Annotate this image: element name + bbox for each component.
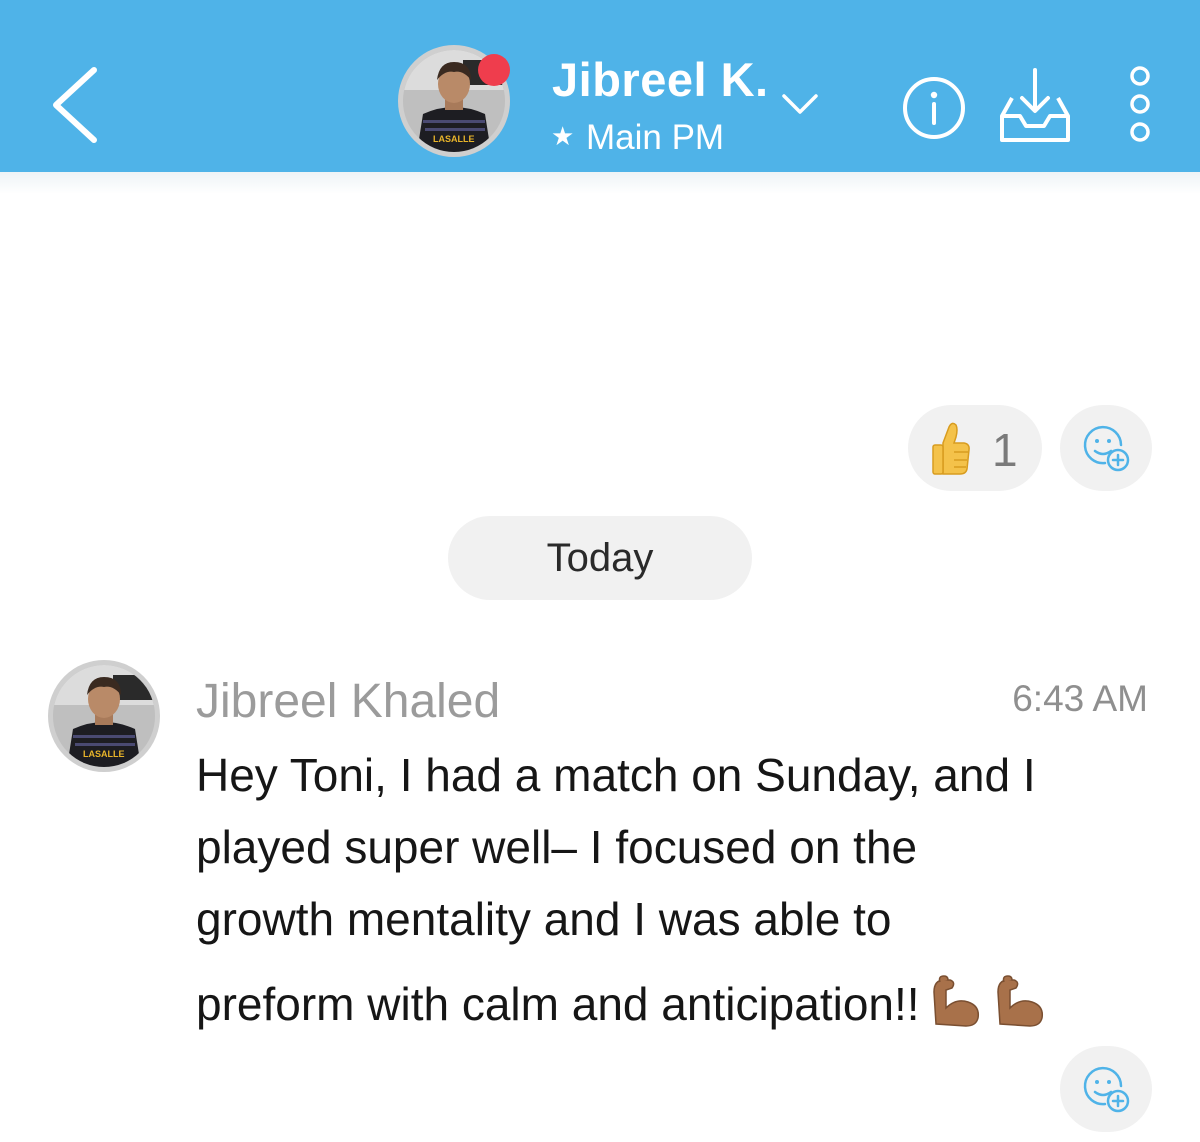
flexed-biceps-icon: [932, 975, 979, 1027]
thumbs-up-icon: [932, 422, 970, 475]
message-last-line: preform with calm and anticipation!!: [196, 972, 1048, 1031]
avatar-jersey-text: LASALLE: [433, 134, 475, 144]
info-icon[interactable]: [900, 74, 968, 142]
inbox-download-icon[interactable]: [994, 64, 1076, 146]
message-text-line: Hey Toni, I had a match on Sunday, and I: [196, 749, 1036, 801]
date-divider: Today: [448, 516, 752, 600]
message-text-line: growth mentality and I was able to: [196, 893, 892, 945]
message-text-line: played super well– I focused on the: [196, 821, 918, 873]
flexed-biceps-icon: [996, 975, 1043, 1027]
sender-name[interactable]: Jibreel Khaled: [196, 674, 500, 729]
chat-subtitle: Main PM: [586, 118, 725, 157]
add-reaction-icon: [1083, 1066, 1130, 1113]
avatar-photo: LASALLE: [53, 665, 155, 767]
reaction-count: 1: [992, 424, 1018, 476]
header-shadow: [0, 172, 1200, 194]
reaction-thumbs-up[interactable]: 1: [908, 405, 1042, 491]
avatar-jersey-text: LASALLE: [83, 749, 125, 759]
star-icon: ★: [551, 122, 575, 152]
back-arrow-icon[interactable]: [44, 60, 108, 150]
chevron-down-icon[interactable]: [780, 90, 820, 118]
message-timestamp: 6:43 AM: [1012, 678, 1148, 719]
chat-header: LASALLE Jibreel K. ★ Main PM: [0, 0, 1200, 172]
add-reaction-button[interactable]: [1060, 405, 1152, 491]
contact-name[interactable]: Jibreel K.: [552, 52, 769, 107]
date-divider-label: Today: [546, 536, 654, 580]
add-reaction-button[interactable]: [1060, 1046, 1152, 1132]
add-reaction-icon: [1083, 425, 1130, 472]
more-vertical-icon[interactable]: [1122, 64, 1158, 146]
presence-indicator: [478, 54, 510, 86]
sender-avatar[interactable]: LASALLE: [48, 660, 160, 772]
message-text-line: preform with calm and anticipation!!: [196, 978, 920, 1030]
